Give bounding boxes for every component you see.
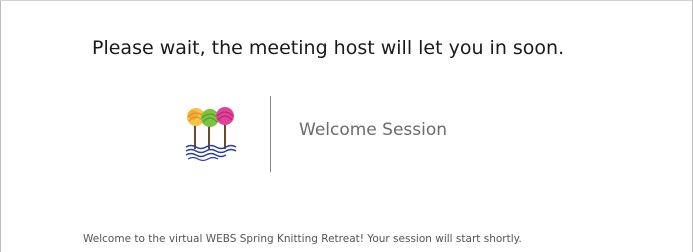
wait-message: Please wait, the meeting host will let y… — [92, 37, 565, 59]
yarn-trees-logo-icon — [184, 103, 244, 163]
vertical-divider — [270, 96, 271, 172]
welcome-message: Welcome to the virtual WEBS Spring Knitt… — [83, 233, 522, 245]
meeting-lobby-panel: Please wait, the meeting host will let y… — [0, 0, 693, 252]
session-title: Welcome Session — [299, 120, 448, 140]
